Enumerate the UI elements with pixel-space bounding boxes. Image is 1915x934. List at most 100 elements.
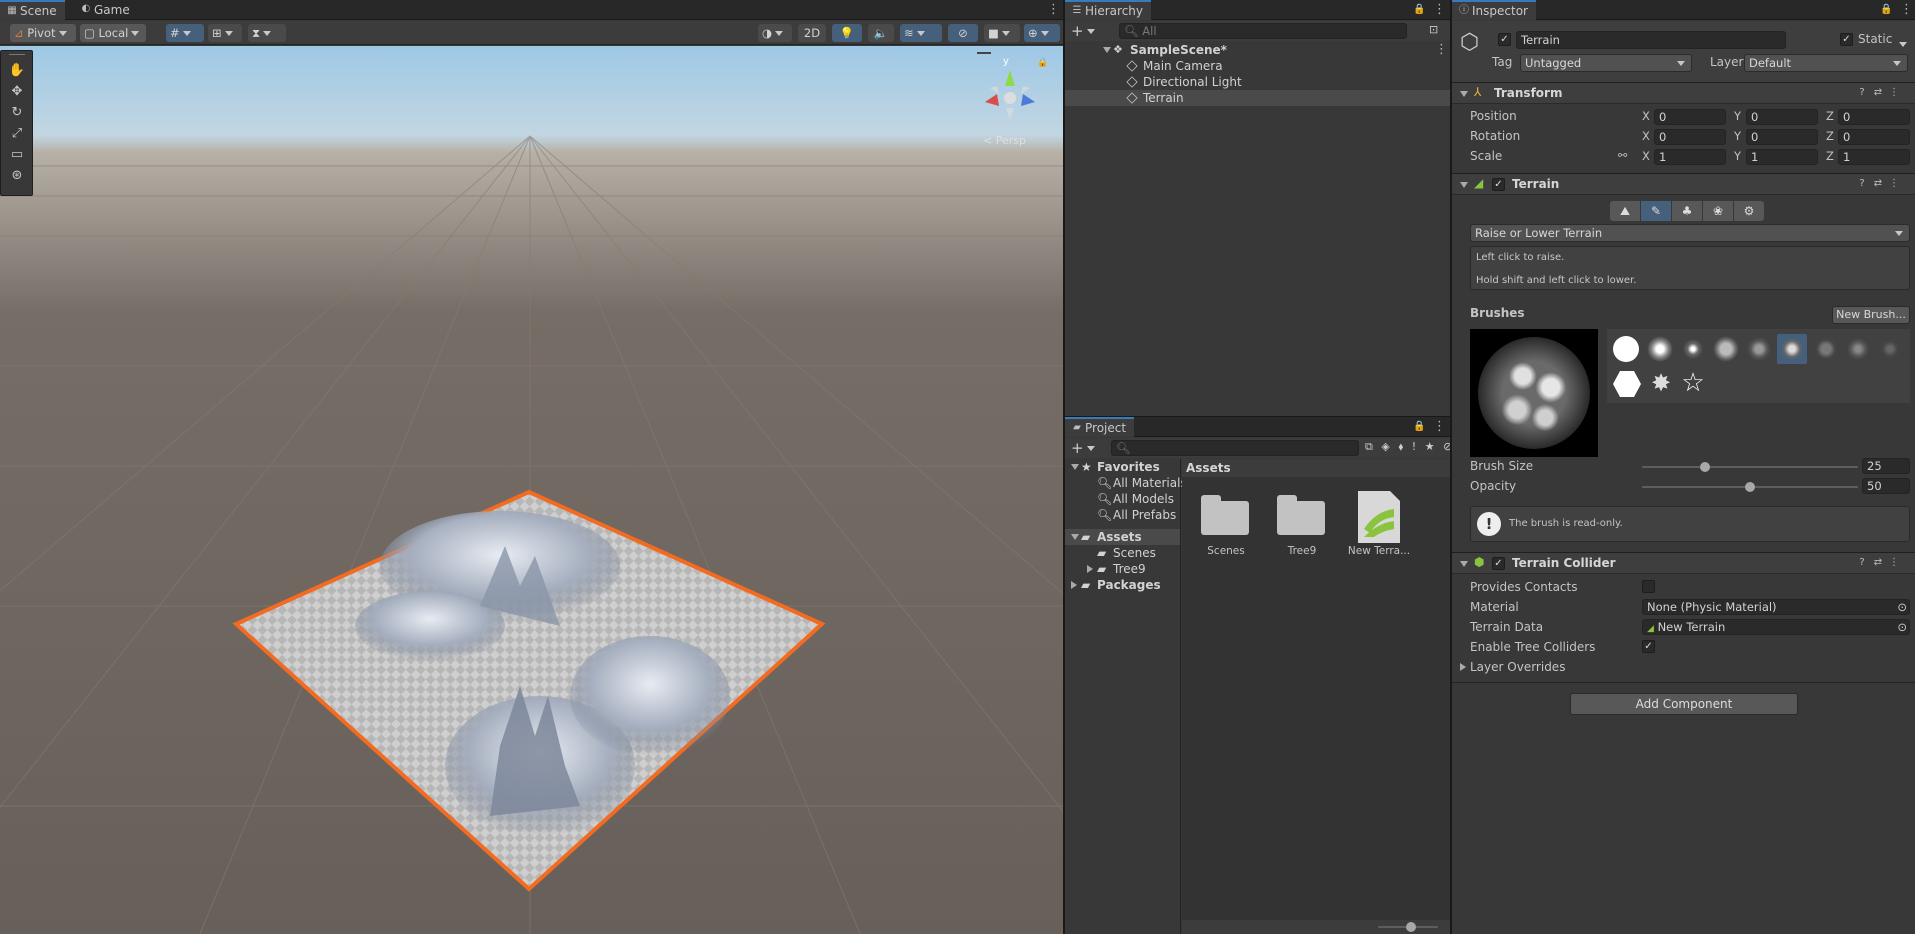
gizmos-dropdown[interactable]: ⊕ [1024,24,1060,42]
layer-overrides-fold-icon[interactable] [1460,663,1466,671]
audio-toggle[interactable]: 🔈 [868,24,894,42]
scale-link-icon[interactable]: ⚯ [1618,149,1627,162]
packages-row[interactable]: ▰ Packages [1065,577,1180,593]
packages-fold-icon[interactable] [1071,581,1077,589]
favorites-fold-icon[interactable] [1071,464,1079,470]
hierarchy-filter-icon[interactable]: ⊡ [1429,23,1438,36]
asset-new-terrain[interactable]: New Terra... [1344,489,1414,559]
preset-icon[interactable]: ⇄ [1870,178,1886,189]
active-checkbox[interactable]: ✓ [1498,33,1511,46]
rotation-z-field[interactable]: 0 [1838,129,1910,145]
brush-starburst-icon[interactable]: ✸ [1647,369,1675,397]
tree9-fold-icon[interactable] [1087,565,1093,573]
brush-size-knob[interactable] [1699,462,1710,472]
component-menu-icon[interactable]: ⋮ [1886,178,1902,189]
collider-enabled-checkbox[interactable]: ✓ [1492,557,1505,570]
tab-hierarchy[interactable]: ☰ Hierarchy [1065,0,1152,20]
assets-row[interactable]: ▰ Assets [1065,529,1180,545]
material-object-field[interactable]: None (Physic Material) ⊙ [1642,599,1910,615]
inspector-menu-icon[interactable]: ⋮ [1900,2,1913,18]
hierarchy-item-directional-light[interactable]: Directional Light [1065,74,1450,90]
2d-toggle[interactable]: 2D [798,24,826,42]
brush-swirl-icon[interactable] [1845,336,1871,362]
terrain-fold-icon[interactable] [1460,182,1468,188]
tab-scene[interactable]: ▦ Scene [0,0,65,20]
hierarchy-item-main-camera[interactable]: Main Camera [1065,58,1450,74]
search-by-label-icon[interactable]: ◈ [1381,440,1389,453]
scene-fold-icon[interactable] [1103,47,1111,53]
create-neighbor-tool-icon[interactable]: ⛰ [1610,201,1640,221]
layer-dropdown[interactable]: Default [1744,54,1908,72]
hidden-packages-icon[interactable]: ⊘ [1443,440,1450,453]
brush-streak-icon[interactable] [1877,336,1903,362]
favorite-star-icon[interactable]: ★ [1425,440,1435,453]
hierarchy-add-button[interactable]: + [1071,22,1095,40]
tab-project[interactable]: ▰ Project [1065,417,1135,437]
visibility-toggle[interactable]: ⊘ [948,24,978,42]
brush-noise-icon[interactable] [1746,336,1772,362]
asset-tree9[interactable]: Tree9 [1270,489,1334,559]
provides-contacts-checkbox[interactable] [1642,580,1655,593]
grid-snap-button[interactable]: # [166,24,204,42]
assets-fold-icon[interactable] [1071,534,1079,540]
hand-tool-icon[interactable]: ✋ [4,61,30,81]
component-menu-icon[interactable]: ⋮ [1886,87,1902,98]
scene-viewport[interactable]: ✋ ✥ ↻ ⤢ ▭ ⊛ 🔒 y < Persp [0,46,1063,934]
draw-mode-dropdown[interactable]: ◑ [758,24,792,42]
icon-size-slider[interactable] [1182,920,1450,934]
brush-selected-icon[interactable] [1777,334,1807,364]
favorites-item-all-models[interactable]: 🔍︎ All Models [1065,491,1180,507]
terrain-settings-tool-icon[interactable]: ⚙ [1734,201,1764,221]
inspector-lock-icon[interactable]: 🔒 [1880,3,1892,16]
tag-dropdown[interactable]: Untagged [1520,54,1692,72]
effects-dropdown[interactable]: ≋ [900,24,942,42]
help-icon[interactable]: ? [1854,557,1870,568]
project-add-button[interactable]: + [1071,439,1095,457]
brush-small-soft-icon[interactable] [1680,336,1706,362]
project-lock-icon[interactable]: 🔒 [1413,420,1425,433]
scale-y-field[interactable]: 1 [1746,149,1818,165]
layer-overrides-label[interactable]: Layer Overrides [1470,660,1565,674]
paint-trees-tool-icon[interactable]: ♣ [1672,201,1702,221]
hierarchy-menu-icon[interactable]: ⋮ [1433,2,1446,18]
brush-soft-circle-icon[interactable] [1647,336,1673,362]
collider-fold-icon[interactable] [1460,561,1468,567]
transform-header[interactable]: ⅄ Transform ? ⇄ ⋮ [1452,82,1915,104]
brush-hexagon-icon[interactable] [1613,371,1641,397]
assets-item-scenes[interactable]: ▰ Scenes [1065,545,1180,561]
project-menu-icon[interactable]: ⋮ [1433,419,1446,435]
preset-icon[interactable]: ⇄ [1870,557,1886,568]
help-icon[interactable]: ? [1854,178,1870,189]
preset-icon[interactable]: ⇄ [1870,87,1886,98]
hierarchy-lock-icon[interactable]: 🔒 [1413,3,1425,16]
rotation-y-field[interactable]: 0 [1746,129,1818,145]
lighting-toggle[interactable]: 💡 [832,24,862,42]
favorites-item-all-materials[interactable]: 🔍︎ All Materials [1065,475,1187,491]
scale-z-field[interactable]: 1 [1838,149,1910,165]
console-warning-icon[interactable]: ! [1412,440,1416,453]
static-checkbox[interactable]: ✓ [1840,33,1853,46]
object-picker-icon[interactable]: ⊙ [1897,620,1907,634]
terrain-component-header[interactable]: ◢ ✓ Terrain ? ⇄ ⋮ [1452,173,1915,195]
local-dropdown[interactable]: ▢ Local [80,24,146,42]
scale-x-field[interactable]: 1 [1654,149,1726,165]
terrain-data-object-field[interactable]: ◢ New Terrain ⊙ [1642,619,1910,635]
search-by-tag-icon[interactable]: ⬧ [1398,440,1403,453]
asset-scenes[interactable]: Scenes [1194,489,1258,559]
brush-star-icon[interactable]: ☆ [1679,369,1707,397]
brush-size-field[interactable]: 25 [1862,458,1910,474]
project-breadcrumb[interactable]: Assets [1182,459,1450,477]
rect-tool-icon[interactable]: ▭ [4,145,30,165]
brush-size-slider[interactable] [1642,462,1858,472]
hierarchy-search-input[interactable]: 🔍︎ All [1119,23,1407,39]
rotate-tool-icon[interactable]: ↻ [4,103,30,123]
pivot-dropdown[interactable]: ⊿ Pivot [10,24,76,42]
paint-details-tool-icon[interactable]: ❀ [1703,201,1733,221]
position-x-field[interactable]: 0 [1654,109,1726,125]
terrain-collider-header[interactable]: ⬢ ✓ Terrain Collider ? ⇄ ⋮ [1452,552,1915,574]
gizmo-menu-icon[interactable] [977,52,991,54]
opacity-field[interactable]: 50 [1862,478,1910,494]
terrain-tool-dropdown[interactable]: Raise or Lower Terrain [1470,224,1910,242]
paint-terrain-tool-icon[interactable]: ✎ [1641,201,1671,221]
opacity-knob[interactable] [1745,482,1755,492]
